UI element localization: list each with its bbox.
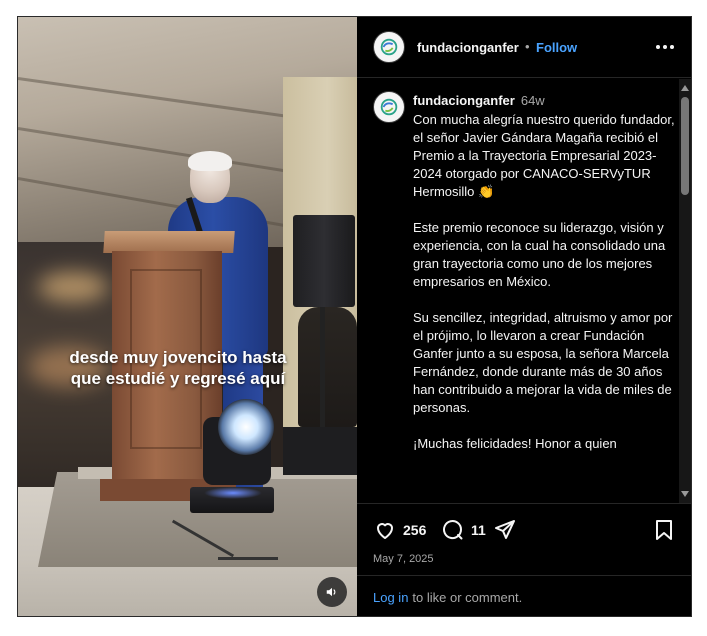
post-date[interactable]: May 7, 2025 bbox=[373, 553, 434, 565]
post-modal: desde muy jovencito hasta que estudié y … bbox=[17, 16, 692, 617]
video-caption: desde muy jovencito hasta que estudié y … bbox=[69, 348, 287, 388]
follow-button[interactable]: Follow bbox=[536, 40, 577, 55]
like-action: 256 bbox=[373, 518, 426, 542]
post-video[interactable]: desde muy jovencito hasta que estudié y … bbox=[18, 17, 357, 616]
scroll-down-arrow-icon[interactable] bbox=[681, 491, 689, 497]
comment-icon[interactable] bbox=[441, 518, 465, 542]
scrollbar[interactable] bbox=[679, 79, 691, 503]
avatar[interactable] bbox=[373, 31, 405, 63]
video-frame bbox=[18, 17, 357, 616]
speaker-icon bbox=[326, 587, 336, 597]
like-count[interactable]: 256 bbox=[403, 522, 426, 538]
scroll-up-arrow-icon[interactable] bbox=[681, 85, 689, 91]
login-prompt-text: to like or comment. bbox=[412, 589, 523, 605]
fundacion-logo-icon bbox=[380, 38, 398, 56]
header-username[interactable]: fundacionganfer bbox=[417, 40, 519, 55]
login-prompt: Log in to like or comment. bbox=[357, 575, 691, 616]
mute-button[interactable] bbox=[317, 577, 347, 607]
bookmark-icon[interactable] bbox=[653, 518, 675, 542]
scrollbar-thumb[interactable] bbox=[681, 97, 689, 195]
post-actions: 256 11 May 7, 2025 bbox=[357, 503, 691, 575]
comment-action: 11 bbox=[441, 518, 486, 542]
caption-header: fundacionganfer 64w bbox=[413, 93, 545, 108]
more-icon-dot bbox=[663, 45, 667, 49]
share-icon[interactable] bbox=[493, 518, 517, 542]
more-options-button[interactable] bbox=[653, 39, 677, 55]
post-header: fundacionganfer • Follow bbox=[357, 17, 691, 78]
save-action bbox=[653, 518, 675, 542]
share-action bbox=[493, 518, 517, 542]
caption-avatar[interactable] bbox=[373, 91, 405, 123]
separator-dot: • bbox=[525, 39, 530, 54]
comments-section[interactable]: fundacionganfer 64w Con mucha alegría nue… bbox=[357, 79, 691, 503]
post-details-panel: fundacionganfer • Follow fundacionganfer… bbox=[357, 17, 691, 616]
login-link[interactable]: Log in bbox=[373, 590, 408, 605]
fundacion-logo-icon bbox=[380, 98, 398, 116]
post-time-ago[interactable]: 64w bbox=[521, 93, 545, 108]
caption-username[interactable]: fundacionganfer bbox=[413, 93, 515, 108]
heart-icon[interactable] bbox=[373, 518, 397, 542]
more-icon-dot bbox=[656, 45, 660, 49]
more-icon-dot bbox=[670, 45, 674, 49]
comment-count[interactable]: 11 bbox=[471, 522, 486, 538]
post-caption: Con mucha alegría nuestro querido fundad… bbox=[413, 112, 675, 451]
